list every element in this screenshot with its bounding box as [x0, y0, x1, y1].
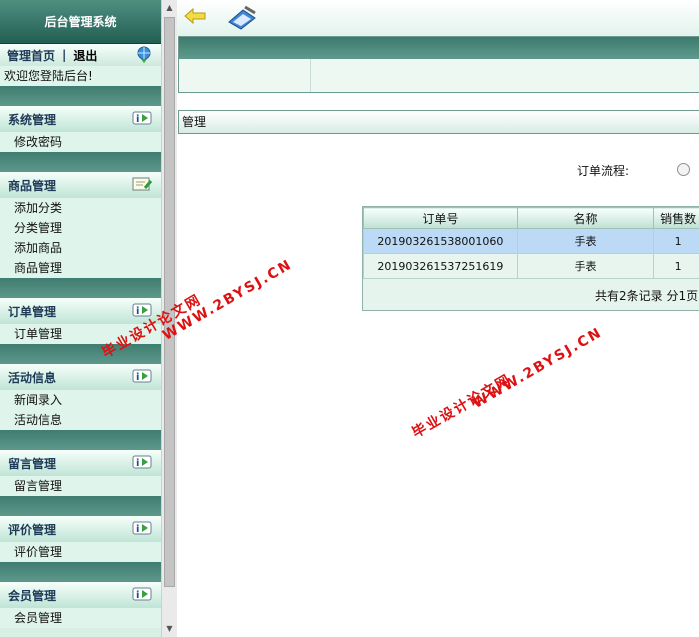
- section-heading-label: 订单管理: [8, 304, 57, 319]
- column-header-sales[interactable]: 销售数: [653, 207, 699, 229]
- back-arrow-icon[interactable]: [184, 8, 206, 24]
- home-link[interactable]: 管理首页: [7, 47, 55, 64]
- sales-cell: 1: [653, 253, 699, 279]
- section-divider: [0, 430, 161, 450]
- section-divider: [0, 152, 161, 172]
- section-divider: [0, 562, 161, 582]
- column-header-name[interactable]: 名称: [516, 207, 655, 229]
- sidebar-section-heading[interactable]: 系统管理 i: [0, 106, 161, 132]
- section-divider: [0, 344, 161, 364]
- info-cell: [179, 59, 311, 92]
- column-header-order-no[interactable]: 订单号: [363, 207, 518, 229]
- table-row[interactable]: 201903261538001060 手表 1: [363, 228, 699, 254]
- sales-cell: 1: [653, 228, 699, 254]
- svg-text:i: i: [136, 372, 139, 383]
- svg-text:i: i: [136, 114, 139, 125]
- name-cell: 手表: [516, 228, 655, 254]
- section-heading-label: 活动信息: [8, 370, 57, 385]
- order-flow-label: 订单流程:: [577, 164, 630, 178]
- sidebar-item-list: 留言管理: [0, 476, 161, 496]
- notepad-pencil-icon[interactable]: [227, 4, 259, 30]
- sidebar-item-list: 添加分类 分类管理 添加商品 商品管理: [0, 198, 161, 278]
- sidebar-item[interactable]: 会员管理: [0, 608, 161, 628]
- separator: |: [62, 48, 67, 62]
- sidebar-section-heading[interactable]: 活动信息 i: [0, 364, 161, 390]
- section-heading-label: 留言管理: [8, 456, 57, 471]
- info-tag-icon: i: [131, 368, 153, 387]
- main-content: 管理 订单流程: 订单号 名称 销售数 201903261538001060 手…: [177, 0, 699, 637]
- sidebar-section-heading[interactable]: 会员管理 i: [0, 582, 161, 608]
- top-toolbar: [177, 0, 699, 36]
- svg-text:i: i: [136, 306, 139, 317]
- sidebar-item-list: 新闻录入 活动信息: [0, 390, 161, 430]
- section-heading-label: 系统管理: [8, 112, 57, 127]
- sidebar-item[interactable]: 留言管理: [0, 476, 161, 496]
- note-edit-icon: [131, 176, 153, 195]
- sidebar-item-list: 会员管理: [0, 608, 161, 628]
- sidebar-section-heading[interactable]: 商品管理: [0, 172, 161, 198]
- scroll-down-icon[interactable]: ▼: [162, 621, 177, 636]
- sidebar-item-list: 修改密码: [0, 132, 161, 152]
- section-heading-label: 评价管理: [8, 522, 57, 537]
- sidebar-section-heading[interactable]: 留言管理 i: [0, 450, 161, 476]
- sidebar-item[interactable]: 活动信息: [0, 410, 161, 430]
- pagination-info: 共有2条记录 分1页: [595, 289, 699, 303]
- order-flow-radio[interactable]: [677, 163, 690, 176]
- section-heading-label: 商品管理: [8, 178, 57, 193]
- info-box-row: [179, 59, 699, 92]
- sidebar-item[interactable]: 新闻录入: [0, 390, 161, 410]
- svg-text:i: i: [136, 590, 139, 601]
- info-tag-icon: i: [131, 520, 153, 539]
- section-divider: [0, 278, 161, 298]
- sidebar-title: 后台管理系统: [0, 0, 161, 44]
- table-header-row: 订单号 名称 销售数: [363, 207, 699, 229]
- order-no-cell: 201903261538001060: [363, 228, 518, 254]
- name-cell: 手表: [516, 253, 655, 279]
- sidebar-item[interactable]: 修改密码: [0, 132, 161, 152]
- order-no-cell: 201903261537251619: [363, 253, 518, 279]
- info-tag-icon: i: [131, 110, 153, 129]
- info-tag-icon: i: [131, 454, 153, 473]
- info-tag-icon: i: [131, 586, 153, 605]
- scroll-up-icon[interactable]: ▲: [162, 0, 177, 15]
- sidebar-section-heading[interactable]: 评价管理 i: [0, 516, 161, 542]
- panel-title: 管理: [178, 110, 699, 134]
- svg-text:i: i: [136, 458, 139, 469]
- section-divider: [0, 496, 161, 516]
- home-row: 管理首页 | 退出: [0, 44, 161, 66]
- sidebar-item[interactable]: 添加分类: [0, 198, 161, 218]
- sidebar-section-heading[interactable]: 订单管理 i: [0, 298, 161, 324]
- info-box-header: [179, 37, 699, 59]
- order-table: 订单号 名称 销售数 201903261538001060 手表 1 20190…: [362, 206, 699, 311]
- sidebar-item[interactable]: 添加商品: [0, 238, 161, 258]
- welcome-text: 欢迎您登陆后台!: [0, 66, 161, 86]
- sidebar-item[interactable]: 商品管理: [0, 258, 161, 278]
- section-heading-label: 会员管理: [8, 588, 57, 603]
- sidebar-item-list: 评价管理: [0, 542, 161, 562]
- table-row[interactable]: 201903261537251619 手表 1: [363, 253, 699, 279]
- logout-link[interactable]: 退出: [73, 47, 97, 64]
- svg-text:i: i: [136, 524, 139, 535]
- sidebar-item[interactable]: 评价管理: [0, 542, 161, 562]
- info-box: [178, 36, 699, 93]
- globe-download-icon: [137, 46, 151, 63]
- sidebar: 后台管理系统 管理首页 | 退出 欢迎您登陆后台! 系统管理 i 修改密码 商品管理添…: [0, 0, 161, 637]
- section-divider: [0, 86, 161, 106]
- sidebar-item[interactable]: 分类管理: [0, 218, 161, 238]
